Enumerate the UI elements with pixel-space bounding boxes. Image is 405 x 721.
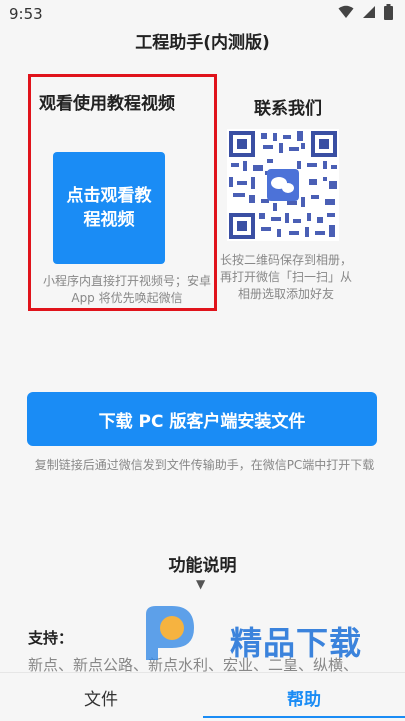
tutorial-heading: 观看使用教程视频 xyxy=(39,94,175,114)
watermark-logo: 精品下载 xyxy=(132,600,392,670)
status-time: 9:53 xyxy=(9,5,43,23)
tutorial-note: 小程序内直接打开视频号；安卓 App 将优先唤起微信 xyxy=(42,274,211,305)
active-tab-indicator xyxy=(203,716,405,718)
wechat-qr-code[interactable] xyxy=(227,129,339,241)
download-pc-client-button[interactable]: 下载 PC 版客户端安装文件 xyxy=(27,392,377,446)
status-icons xyxy=(338,4,393,20)
tab-files[interactable]: 文件 xyxy=(0,673,202,721)
tab-help-label: 帮助 xyxy=(287,689,321,710)
signal-icon xyxy=(363,6,375,18)
watermark-p-icon xyxy=(146,606,194,660)
download-note: 复制链接后通过微信发到文件传输助手，在微信PC端中打开下载 xyxy=(34,458,375,472)
status-bar: 9:53 xyxy=(0,0,405,28)
bottom-tab-bar: 文件 帮助 xyxy=(0,672,405,721)
page-title: 工程助手(内测版) xyxy=(135,33,270,53)
features-title: 功能说明 xyxy=(168,556,237,576)
tutorial-panel: 观看使用教程视频 点击观看教程视频 小程序内直接打开视频号；安卓 App 将优先… xyxy=(28,74,217,311)
wifi-icon xyxy=(338,5,354,18)
contact-note: 长按二维码保存到相册，再打开微信「扫一扫」从相册选取添加好友 xyxy=(219,253,352,301)
contact-heading: 联系我们 xyxy=(254,99,322,119)
battery-icon xyxy=(384,4,393,20)
title-bar: 工程助手(内测版) xyxy=(0,28,405,62)
contact-panel: 联系我们 长按二维码保存到相册，再打开微信「扫一扫」从相册选取添加好友 xyxy=(218,74,358,314)
watermark-text: 精品下载 xyxy=(230,624,363,662)
support-label: 支持： xyxy=(28,629,74,647)
triangle-down-icon[interactable]: ▼ xyxy=(196,577,205,591)
tab-files-label: 文件 xyxy=(84,689,118,710)
tab-help[interactable]: 帮助 xyxy=(203,673,405,721)
watch-tutorial-button[interactable]: 点击观看教程视频 xyxy=(53,152,165,264)
